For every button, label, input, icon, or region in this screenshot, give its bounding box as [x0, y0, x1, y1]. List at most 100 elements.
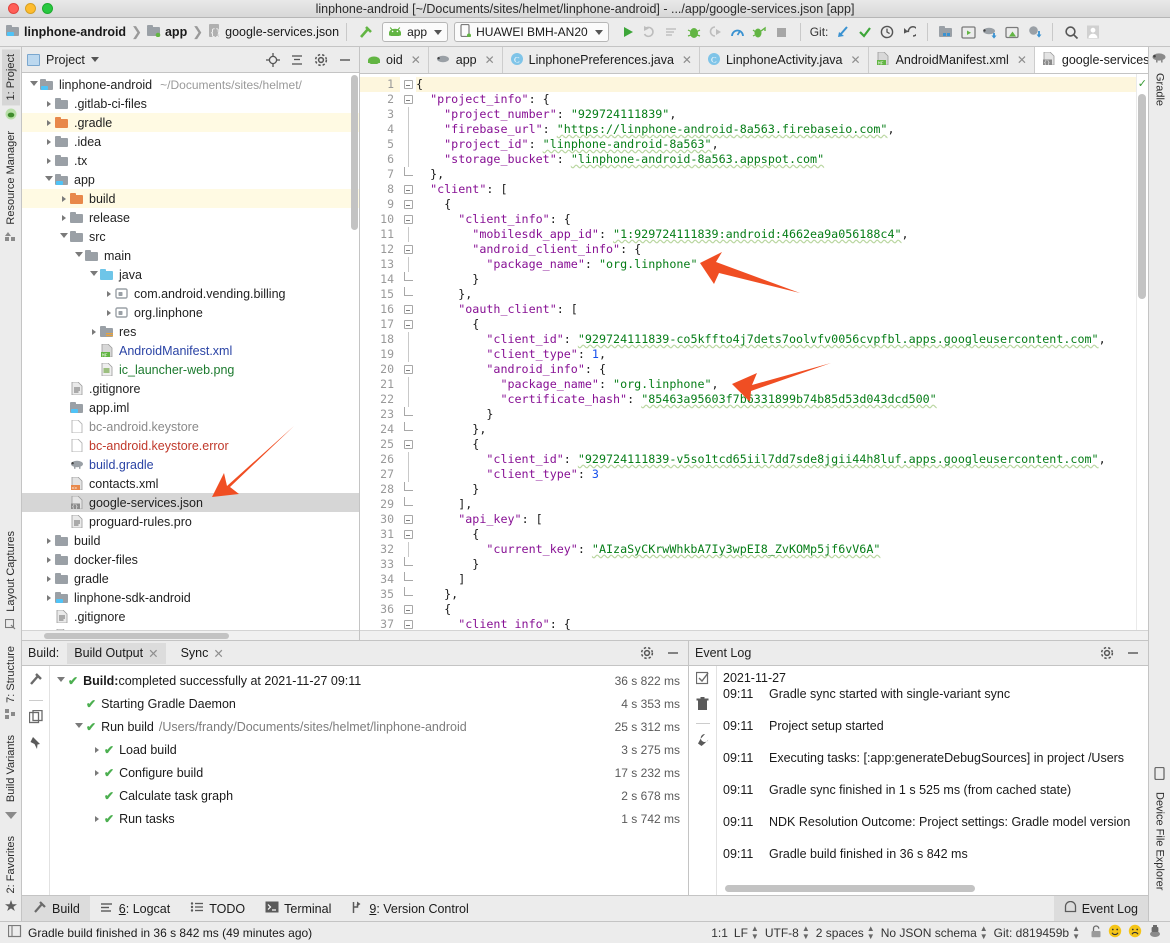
tree-row[interactable]: release: [22, 208, 359, 227]
tree-row[interactable]: .gitignore: [22, 379, 359, 398]
tree-row[interactable]: ic_launcher-web.png: [22, 360, 359, 379]
build-output-row[interactable]: ✔ Load build 3 s 275 ms: [50, 738, 688, 761]
breadcrumb-file[interactable]: {} google-services.json: [208, 24, 339, 40]
event-log-row[interactable]: 09:11 NDK Resolution Outcome: Project set…: [723, 815, 1148, 847]
fold-marker[interactable]: [400, 617, 416, 630]
code-line[interactable]: "client_type": 1,: [416, 347, 1136, 362]
fold-marker[interactable]: [400, 422, 416, 437]
feedback-sad-icon[interactable]: [1128, 924, 1142, 941]
build-output-row[interactable]: ✔ Configure build 17 s 232 ms: [50, 761, 688, 784]
code-line[interactable]: },: [416, 287, 1136, 302]
tree-row[interactable]: .idea: [22, 132, 359, 151]
editor-horizontal-scrollbar[interactable]: [360, 630, 1148, 640]
download-icon[interactable]: [1023, 21, 1045, 43]
tree-row[interactable]: org.linphone: [22, 303, 359, 322]
event-log-row[interactable]: 09:11 Gradle build finished in 36 s 842 m…: [723, 847, 1148, 879]
build-output-row[interactable]: ✔ Run build/Users/frandy/Documents/sites/…: [50, 715, 688, 738]
sidebar-item-layout-captures[interactable]: Layout Captures: [2, 526, 20, 617]
chevron-right-icon[interactable]: [58, 212, 69, 223]
close-icon[interactable]: ✕: [485, 53, 495, 67]
event-log-row[interactable]: 09:11 Executing tasks: [:app:generateDebu…: [723, 751, 1148, 783]
line-separator-selector[interactable]: LF ▲ ▼: [734, 924, 759, 941]
close-icon[interactable]: ✕: [148, 646, 158, 661]
fold-marker[interactable]: [400, 467, 416, 482]
fold-marker[interactable]: [400, 512, 416, 527]
sidebar-item-gradle[interactable]: Gradle: [1151, 68, 1169, 111]
code-line[interactable]: },: [416, 422, 1136, 437]
fold-marker[interactable]: [400, 377, 416, 392]
sidebar-item-favorites[interactable]: 2: Favorites: [2, 831, 20, 898]
gear-icon[interactable]: [312, 51, 330, 69]
chevron-right-icon[interactable]: [58, 193, 69, 204]
chevron-down-icon[interactable]: [90, 57, 99, 62]
event-log-hscrollbar[interactable]: [725, 885, 975, 892]
code-line[interactable]: {: [416, 317, 1136, 332]
chevron-right-icon[interactable]: [43, 98, 54, 109]
code-line[interactable]: "mobilesdk_app_id": "1:929724111839:andr…: [416, 227, 1136, 242]
sidebar-item-resource-manager[interactable]: Resource Manager: [2, 126, 20, 230]
editor-tab[interactable]: C LinphoneActivity.java ✕: [700, 47, 869, 73]
tree-row[interactable]: linphone-sdk-android: [22, 588, 359, 607]
code-line[interactable]: ]: [416, 572, 1136, 587]
code-line[interactable]: "project_number": "929724111839",: [416, 107, 1136, 122]
editor-tab[interactable]: C LinphonePreferences.java ✕: [503, 47, 700, 73]
tab-build-output[interactable]: Build Output ✕: [67, 642, 166, 664]
sidebar-item-structure[interactable]: 7: Structure: [2, 641, 20, 708]
git-update-icon[interactable]: [832, 21, 854, 43]
chevron-right-icon[interactable]: [43, 117, 54, 128]
tree-row[interactable]: docker-files: [22, 550, 359, 569]
code-line[interactable]: "client_id": "929724111839-co5kffto4j7de…: [416, 332, 1136, 347]
fold-marker[interactable]: [400, 92, 416, 107]
apply-code-changes-icon[interactable]: [661, 21, 683, 43]
sync-gradle-icon[interactable]: [979, 21, 1001, 43]
memory-indicator-icon[interactable]: [1148, 924, 1162, 941]
tree-row[interactable]: build: [22, 189, 359, 208]
bottom-tab-terminal[interactable]: Terminal: [255, 896, 341, 921]
hide-panel-icon[interactable]: [1124, 644, 1142, 662]
tree-row[interactable]: app.iml: [22, 398, 359, 417]
chevron-down-icon[interactable]: [72, 722, 86, 731]
fold-marker[interactable]: [400, 272, 416, 287]
mark-read-icon[interactable]: [695, 671, 710, 688]
search-icon[interactable]: [1060, 21, 1082, 43]
git-revert-icon[interactable]: [898, 21, 920, 43]
tree-row[interactable]: .gitignore: [22, 607, 359, 626]
code-line[interactable]: "package_name": "org.linphone",: [416, 377, 1136, 392]
tree-row[interactable]: proguard-rules.pro: [22, 512, 359, 531]
json-schema-selector[interactable]: No JSON schema ▲ ▼: [881, 924, 988, 941]
code-line[interactable]: ],: [416, 497, 1136, 512]
encoding-selector[interactable]: UTF-8 ▲ ▼: [765, 924, 810, 941]
feedback-happy-icon[interactable]: [1108, 924, 1122, 941]
gear-icon[interactable]: [638, 644, 656, 662]
code-line[interactable]: "android_info": {: [416, 362, 1136, 377]
sidebar-item-build-variants[interactable]: Build Variants: [2, 730, 20, 807]
code-line[interactable]: "client": [: [416, 182, 1136, 197]
chevron-right-icon[interactable]: [43, 136, 54, 147]
sdk-manager-icon[interactable]: [935, 21, 957, 43]
code-line[interactable]: "oauth_client": [: [416, 302, 1136, 317]
hide-panel-icon[interactable]: [336, 51, 354, 69]
chevron-right-icon[interactable]: [43, 155, 54, 166]
event-log-list[interactable]: 2021-11-27 09:11 Gradle sync started with …: [717, 666, 1148, 895]
event-log-row[interactable]: 09:11 Gradle sync finished in 1 s 525 ms …: [723, 783, 1148, 815]
tree-row[interactable]: res: [22, 322, 359, 341]
close-icon[interactable]: ✕: [213, 646, 223, 661]
build-output-row[interactable]: ✔ Calculate task graph 2 s 678 ms: [50, 784, 688, 807]
caret-position[interactable]: 1:1: [711, 926, 728, 940]
tree-row[interactable]: app: [22, 170, 359, 189]
lock-icon[interactable]: [1090, 924, 1102, 941]
hide-panel-icon[interactable]: [664, 644, 682, 662]
code-line[interactable]: "client_info": {: [416, 212, 1136, 227]
trash-icon[interactable]: [696, 697, 709, 714]
editor-tab[interactable]: app ✕: [429, 47, 503, 73]
run-button[interactable]: [617, 21, 639, 43]
code-line[interactable]: "firebase_url": "https://linphone-androi…: [416, 122, 1136, 137]
tree-row[interactable]: <> contacts.xml: [22, 474, 359, 493]
fold-marker[interactable]: [400, 347, 416, 362]
debug-button[interactable]: [683, 21, 705, 43]
build-output-row[interactable]: ✔ Starting Gradle Daemon 4 s 353 ms: [50, 692, 688, 715]
code-line[interactable]: "client_info": {: [416, 617, 1136, 630]
fold-marker[interactable]: [400, 602, 416, 617]
code-line[interactable]: "current_key": "AIzaSyCKrwWhkbA7Iy3wpEI8…: [416, 542, 1136, 557]
breadcrumb-app[interactable]: app: [146, 24, 187, 40]
